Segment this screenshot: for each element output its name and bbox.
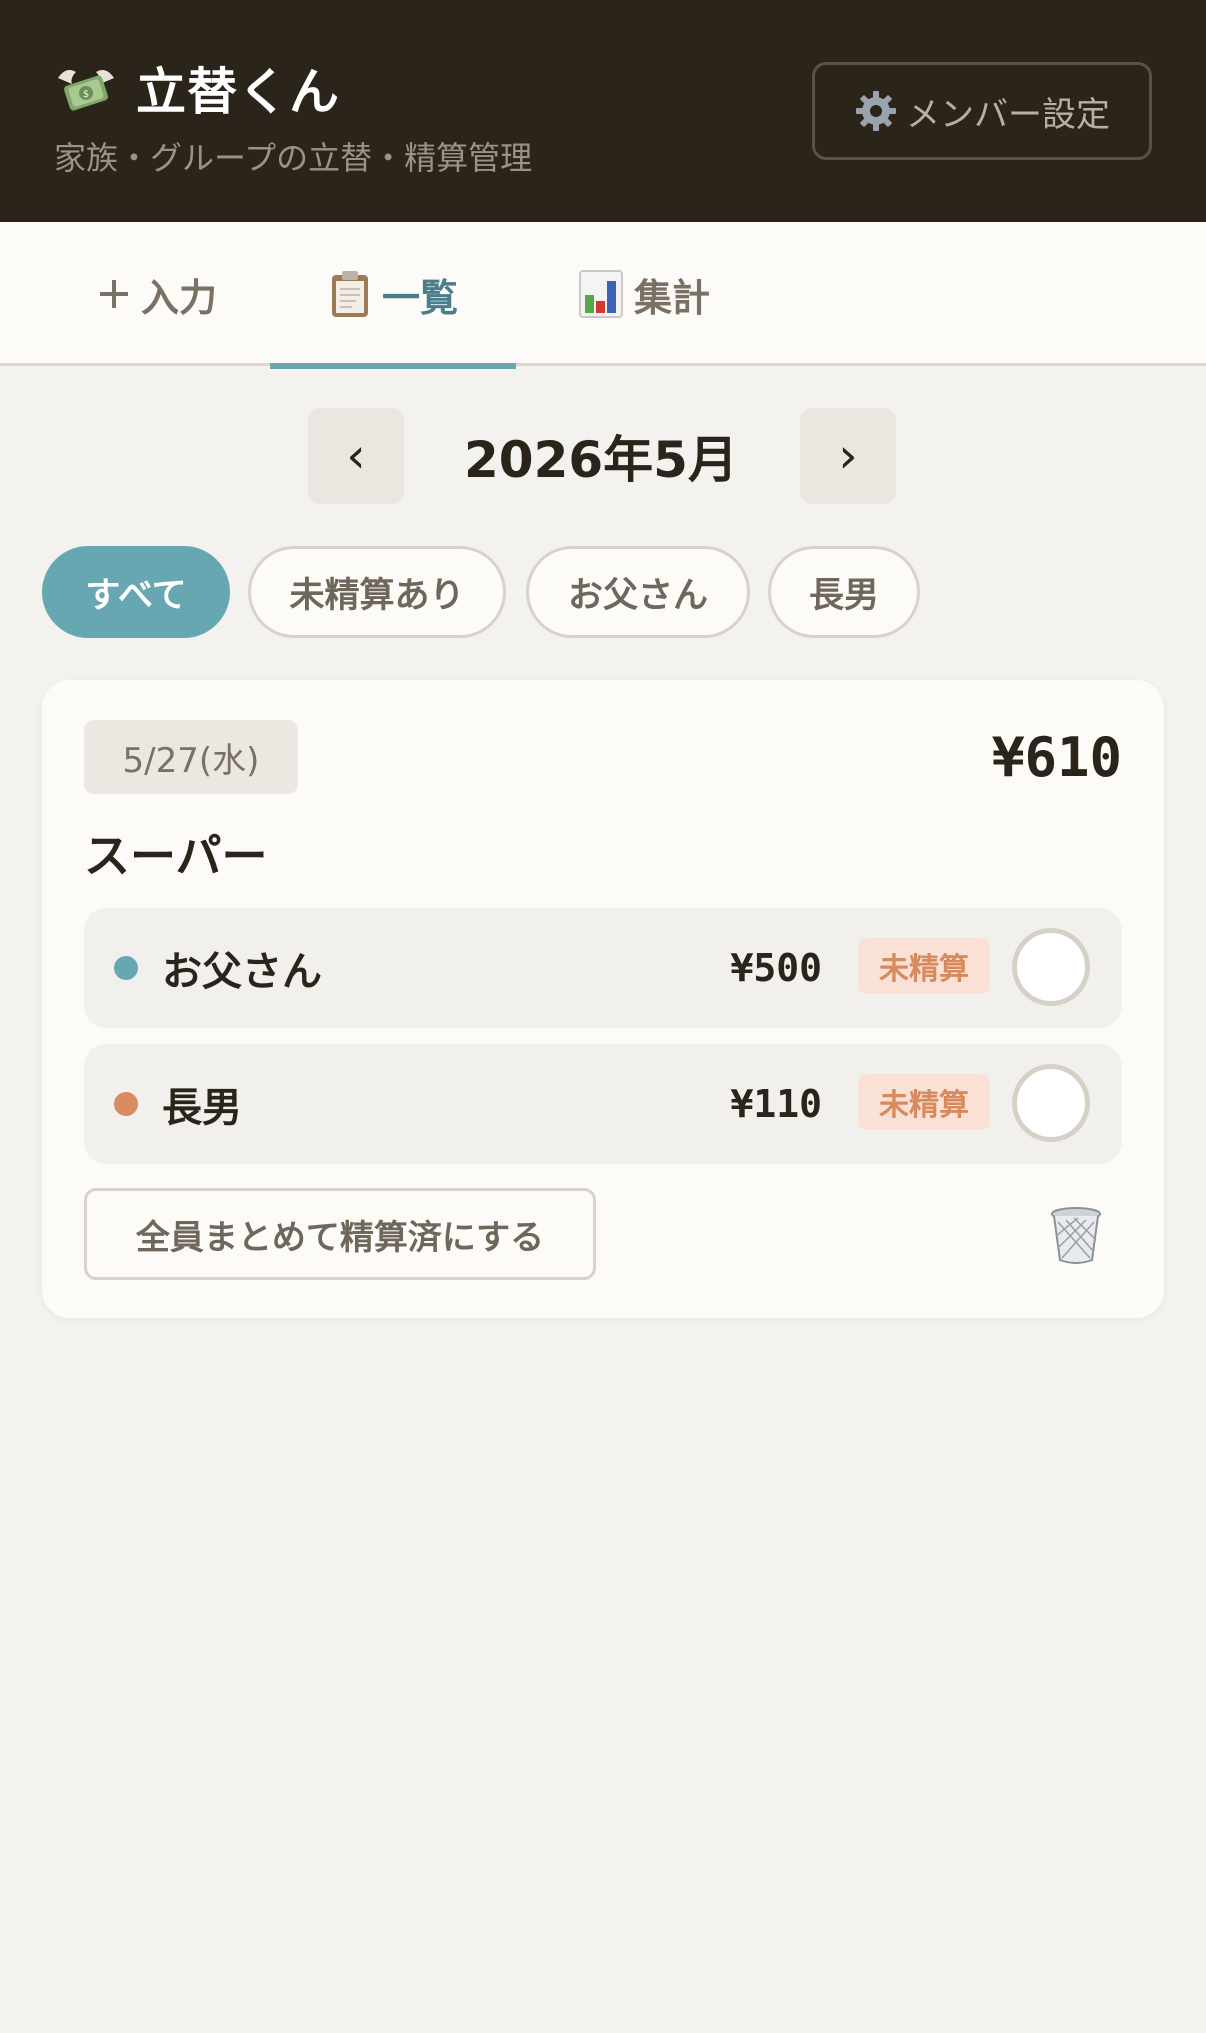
plus-icon bbox=[97, 277, 131, 311]
entry-title: スーパー bbox=[84, 829, 268, 883]
status-badge: 未精算 bbox=[858, 938, 990, 994]
filter-father[interactable]: お父さん bbox=[526, 546, 750, 638]
tab-summary[interactable]: 集計 bbox=[568, 222, 720, 366]
tab-input[interactable]: 入力 bbox=[82, 222, 232, 366]
member-color-dot bbox=[114, 1092, 138, 1116]
member-color-dot bbox=[114, 956, 138, 980]
filter-all[interactable]: すべて bbox=[42, 546, 230, 638]
settle-all-button[interactable]: 全員まとめて精算済にする bbox=[84, 1188, 596, 1280]
money-with-wings-icon: $ bbox=[54, 58, 118, 118]
bar-chart-icon bbox=[578, 269, 624, 319]
filter-unsettled[interactable]: 未精算あり bbox=[248, 546, 506, 638]
tab-input-label: 入力 bbox=[140, 275, 217, 320]
person-amount: ¥110 bbox=[730, 1082, 822, 1126]
trash-icon[interactable] bbox=[1044, 1202, 1108, 1266]
current-month: 2026年5月 bbox=[464, 431, 738, 489]
filter-eldest-son[interactable]: 長男 bbox=[768, 546, 920, 638]
settle-toggle[interactable] bbox=[1012, 928, 1090, 1006]
svg-text:$: $ bbox=[83, 89, 89, 100]
tab-list-label: 一覧 bbox=[381, 275, 458, 320]
clipboard-icon bbox=[328, 269, 372, 319]
member-settings-label: メンバー設定 bbox=[906, 94, 1110, 135]
person-row: お父さん ¥500 未精算 bbox=[84, 908, 1122, 1028]
member-settings-button[interactable]: メンバー設定 bbox=[812, 62, 1152, 160]
app-subtitle: 家族・グループの立替・精算管理 bbox=[54, 139, 533, 177]
person-name: お父さん bbox=[162, 949, 322, 995]
app-title: 立替くん bbox=[136, 63, 340, 121]
tab-summary-label: 集計 bbox=[633, 275, 710, 320]
person-name: 長男 bbox=[162, 1085, 242, 1131]
person-row: 長男 ¥110 未精算 bbox=[84, 1044, 1122, 1164]
person-amount: ¥500 bbox=[730, 946, 822, 990]
prev-month-button[interactable]: ‹ bbox=[308, 408, 404, 504]
tab-list[interactable]: 一覧 bbox=[270, 222, 516, 369]
settle-toggle[interactable] bbox=[1012, 1064, 1090, 1142]
entry-date: 5/27(水) bbox=[84, 720, 298, 794]
status-badge: 未精算 bbox=[858, 1074, 990, 1130]
gear-icon bbox=[854, 89, 898, 133]
next-month-button[interactable]: › bbox=[800, 408, 896, 504]
app-header: $ 立替くん 家族・グループの立替・精算管理 メンバー設定 bbox=[0, 0, 1206, 222]
entry-card: 5/27(水) ¥610 スーパー お父さん ¥500 未精算 長男 ¥110 … bbox=[42, 680, 1164, 1318]
brand: $ 立替くん bbox=[54, 52, 340, 124]
tab-bar: 入力 一覧 集計 bbox=[0, 222, 1206, 369]
entry-total: ¥610 bbox=[991, 726, 1122, 789]
